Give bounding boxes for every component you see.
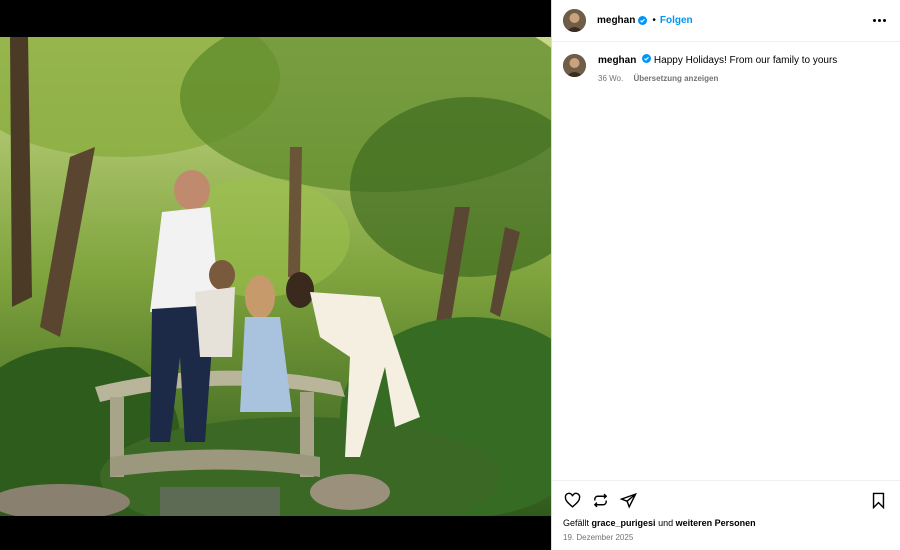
post-actions: Gefällt grace_purigesi und weiteren Pers… — [552, 480, 900, 550]
caption-comment: meghan Happy Holidays! From our family t… — [552, 42, 900, 85]
media-panel — [0, 0, 551, 550]
post-header: meghan • Folgen — [552, 0, 900, 42]
garden-family-photo — [0, 37, 551, 516]
caption-username[interactable]: meghan — [598, 55, 636, 66]
comment-icon[interactable] — [591, 491, 609, 509]
header-separator: • — [652, 15, 656, 26]
caption-avatar[interactable] — [563, 54, 586, 77]
verified-badge-icon — [638, 16, 648, 25]
caption-text: Happy Holidays! From our family to yours — [653, 55, 838, 66]
likes-summary: Gefällt grace_purigesi und weiteren Pers… — [563, 518, 887, 528]
profile-avatar[interactable] — [563, 9, 586, 32]
author-username[interactable]: meghan — [597, 15, 635, 26]
post-photo[interactable] — [0, 37, 551, 516]
caption-body: meghan Happy Holidays! From our family t… — [598, 54, 837, 85]
post-side-panel: meghan • Folgen meghan Happy Holidays! F… — [551, 0, 900, 550]
more-options-icon[interactable] — [873, 19, 886, 22]
bookmark-icon[interactable] — [869, 491, 887, 509]
likes-others-link[interactable]: weiteren Personen — [676, 518, 756, 528]
likes-connector: und — [658, 518, 674, 528]
liked-by-user[interactable]: grace_purigesi — [592, 518, 656, 528]
caption-meta: 36 Wo. Übersetzung anzeigen — [598, 72, 837, 85]
translate-link[interactable]: Übersetzung anzeigen — [633, 74, 718, 83]
heart-icon[interactable] — [563, 491, 581, 509]
verified-badge-icon — [642, 54, 652, 63]
post-age: 36 Wo. — [598, 74, 624, 83]
post-date: 19. Dezember 2025 — [563, 533, 634, 542]
share-icon[interactable] — [619, 491, 637, 509]
likes-prefix: Gefällt — [563, 518, 590, 528]
follow-button[interactable]: Folgen — [660, 15, 693, 26]
action-icon-row — [563, 490, 887, 510]
